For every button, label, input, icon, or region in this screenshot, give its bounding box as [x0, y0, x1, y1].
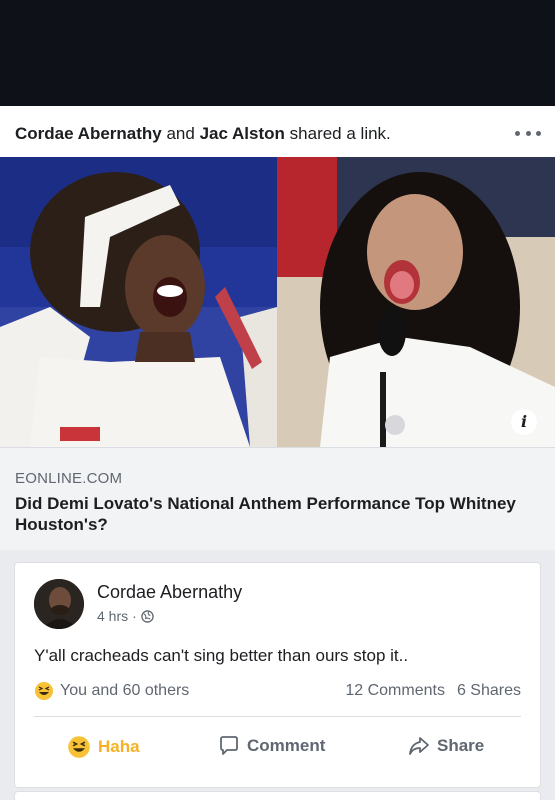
time-separator: ·	[132, 608, 137, 624]
shared-link-card: Cordae Abernathy and Jac Alston shared a…	[0, 106, 555, 550]
timestamp[interactable]: 4 hrs	[97, 608, 128, 624]
next-post-card	[14, 791, 541, 800]
haha-emoji-icon	[35, 682, 53, 700]
comment-label: Comment	[247, 736, 326, 755]
action-bar: Haha Comment Share	[15, 728, 542, 770]
post-text: Y'all cracheads can't sing better than o…	[34, 646, 409, 665]
share-button[interactable]: Share	[408, 735, 484, 757]
post-author[interactable]: Cordae Abernathy	[97, 582, 242, 603]
top-bar	[0, 0, 555, 106]
divider	[34, 716, 521, 717]
share-arrow-icon	[409, 737, 429, 755]
haha-label: Haha	[98, 737, 140, 756]
post-time: 4 hrs ·	[97, 608, 154, 624]
more-horizontal-icon[interactable]	[515, 128, 541, 138]
actor-name-1[interactable]: Cordae Abernathy	[15, 124, 162, 143]
link-title[interactable]: Did Demi Lovato's National Anthem Perfor…	[15, 493, 535, 535]
haha-emoji-icon	[68, 736, 90, 758]
comment-icon	[220, 736, 238, 755]
shares-count[interactable]: 6 Shares	[457, 682, 521, 700]
engagement-counts: 12 Comments 6 Shares	[345, 682, 521, 700]
globe-icon	[141, 609, 154, 623]
avatar-image	[34, 579, 84, 629]
link-meta[interactable]: EONLINE.COM Did Demi Lovato's National A…	[0, 447, 555, 550]
share-label: Share	[437, 736, 485, 755]
link-preview-image[interactable]: i	[0, 157, 555, 447]
haha-button[interactable]: Haha	[67, 735, 140, 759]
comments-count[interactable]: 12 Comments	[345, 682, 445, 700]
link-image-illustration	[0, 157, 555, 447]
action-text: shared a link.	[289, 124, 391, 143]
reactions-summary[interactable]: You and 60 others	[34, 681, 189, 701]
share-header: Cordae Abernathy and Jac Alston shared a…	[15, 124, 391, 144]
avatar[interactable]	[34, 579, 84, 629]
comment-button[interactable]: Comment	[218, 735, 325, 757]
info-icon[interactable]: i	[511, 409, 537, 435]
reactions-text: You and 60 others	[60, 682, 190, 699]
post-card: Cordae Abernathy 4 hrs · Y'all cracheads…	[14, 562, 541, 788]
link-domain: EONLINE.COM	[15, 470, 123, 487]
actor-name-2[interactable]: Jac Alston	[200, 124, 285, 143]
connector-text: and	[166, 124, 195, 143]
